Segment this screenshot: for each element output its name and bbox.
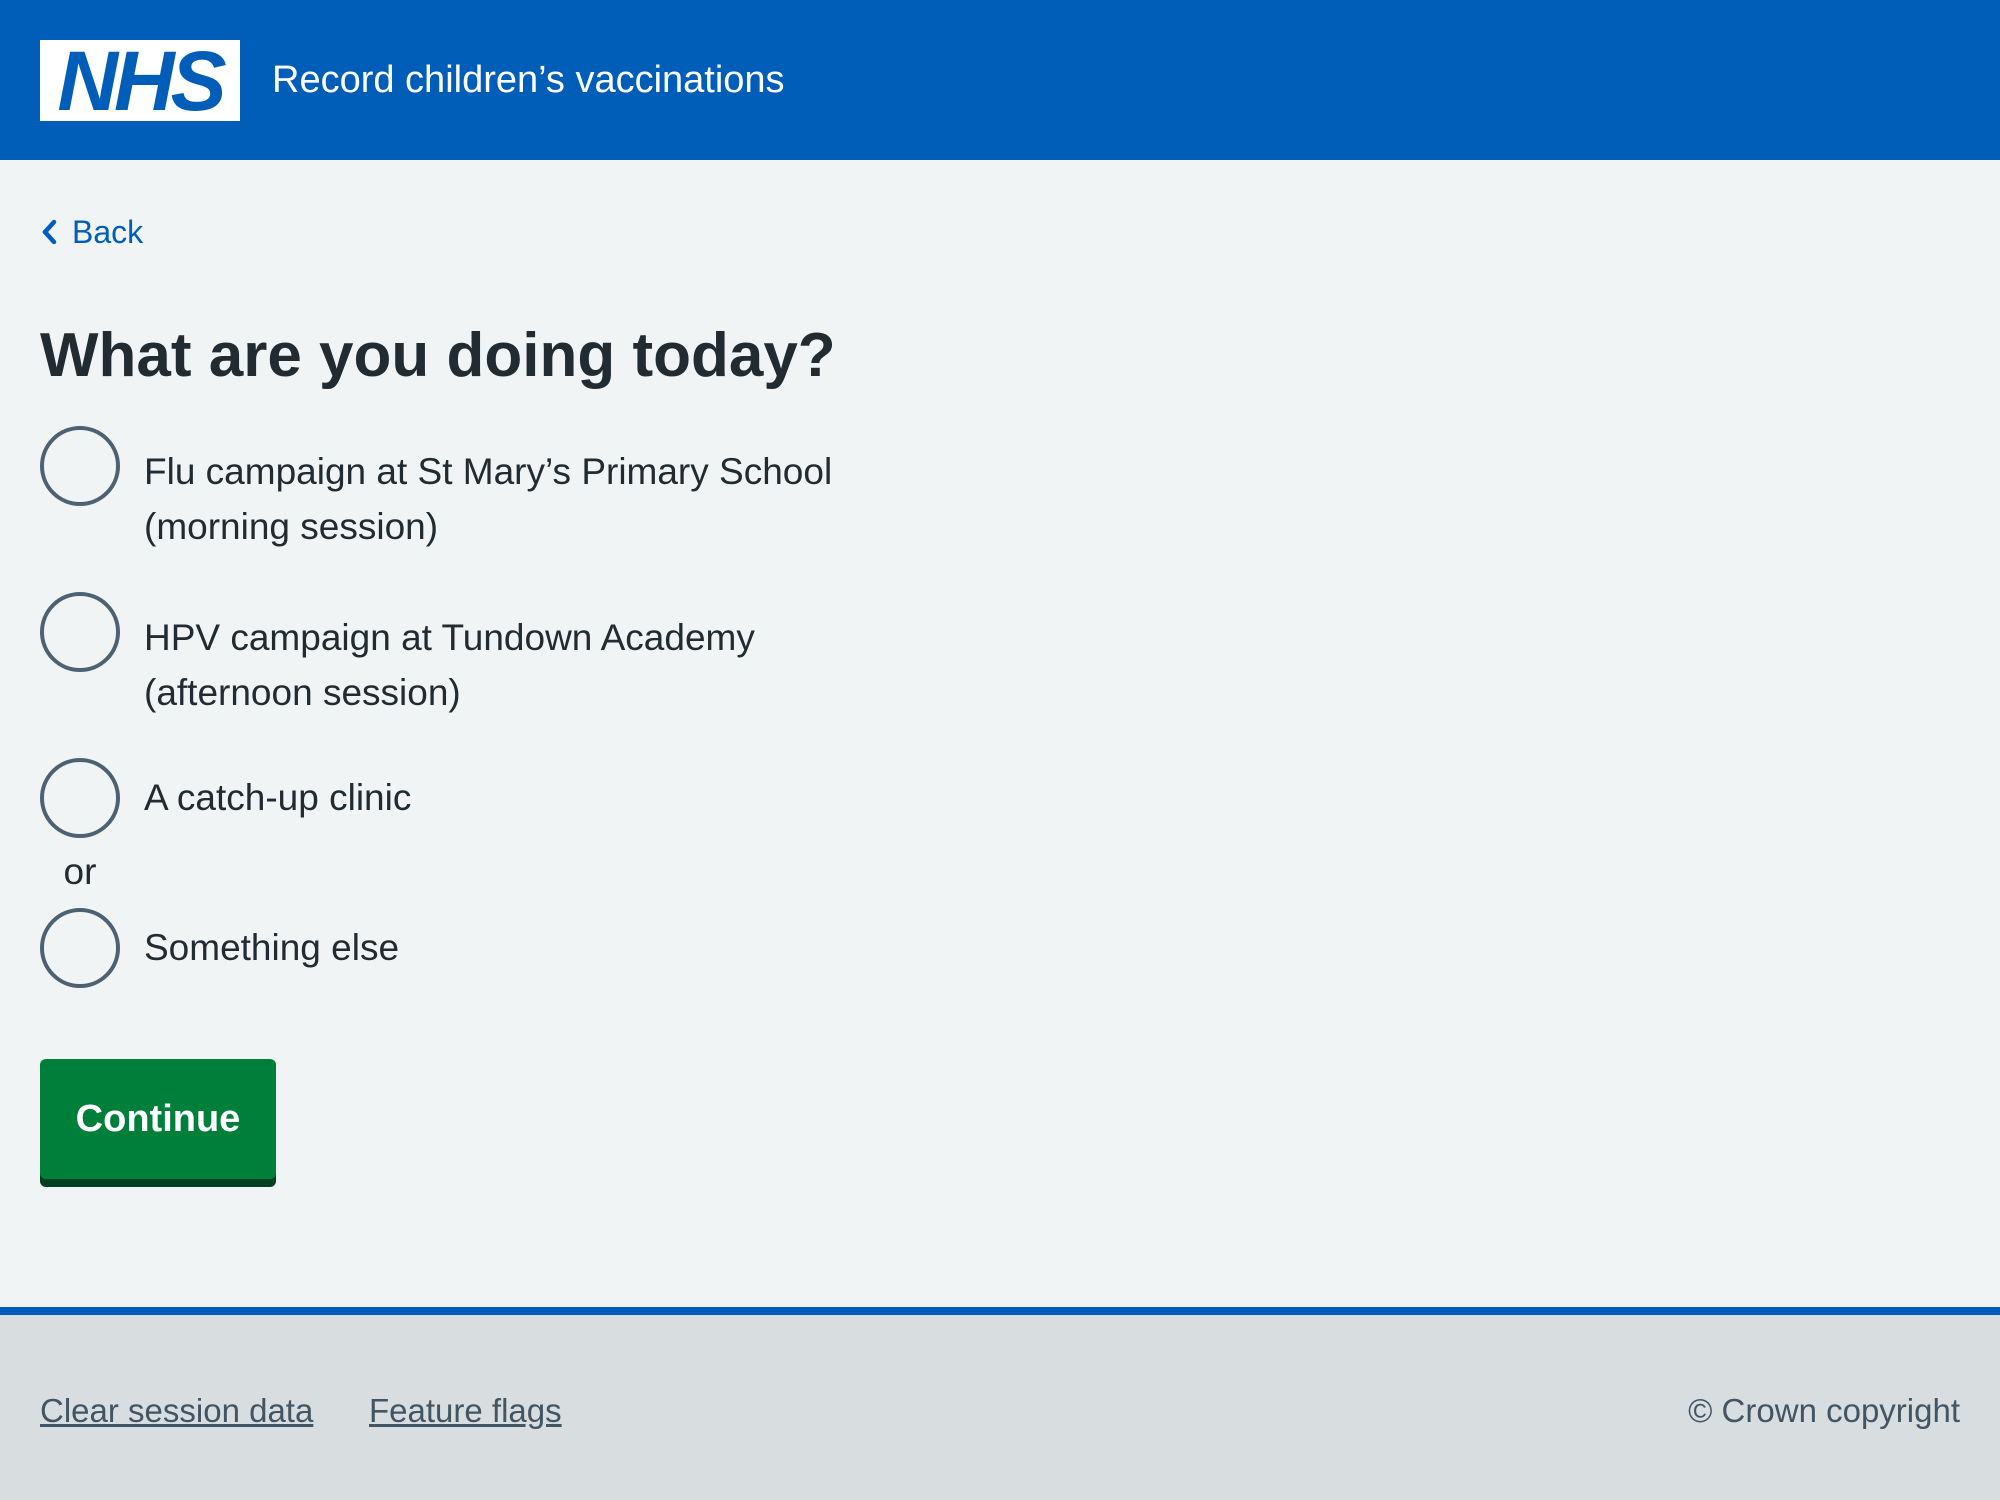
site-header: NHS Record children’s vaccinations: [0, 0, 2000, 160]
radio-label[interactable]: A catch-up clinic: [144, 770, 411, 825]
nhs-logo-text: NHS: [57, 33, 226, 128]
radio-label[interactable]: Flu campaign at St Mary’s Primary School…: [144, 444, 832, 554]
radio-divider: or: [63, 851, 97, 892]
footer-link-clear-session-data[interactable]: Clear session data: [40, 1389, 313, 1433]
footer-link-feature-flags[interactable]: Feature flags: [369, 1389, 562, 1433]
radio-button[interactable]: [40, 908, 120, 988]
radio-option-something-else[interactable]: Something else: [40, 908, 940, 988]
copyright-text: © Crown copyright: [1688, 1392, 1960, 1429]
radio-group: Flu campaign at St Mary’s Primary School…: [40, 426, 940, 1026]
back-link[interactable]: Back: [38, 210, 143, 254]
continue-button[interactable]: Continue: [40, 1059, 276, 1179]
nhs-logo[interactable]: NHS: [40, 33, 240, 128]
radio-option-hpv-campaign[interactable]: HPV campaign at Tundown Academy (afterno…: [40, 592, 940, 720]
radio-label[interactable]: HPV campaign at Tundown Academy (afterno…: [144, 610, 755, 720]
radio-option-catch-up-clinic[interactable]: A catch-up clinic: [40, 758, 940, 838]
radio-button[interactable]: [40, 592, 120, 672]
radio-button[interactable]: [40, 758, 120, 838]
radio-option-flu-campaign[interactable]: Flu campaign at St Mary’s Primary School…: [40, 426, 940, 554]
chevron-left-icon: [42, 219, 57, 245]
site-footer: Clear session data Feature flags © Crown…: [0, 1307, 2000, 1500]
service-name[interactable]: Record children’s vaccinations: [272, 56, 785, 104]
radio-label[interactable]: Something else: [144, 920, 399, 975]
radio-button[interactable]: [40, 426, 120, 506]
back-link-label: Back: [72, 214, 144, 250]
page-title: What are you doing today?: [40, 321, 836, 390]
